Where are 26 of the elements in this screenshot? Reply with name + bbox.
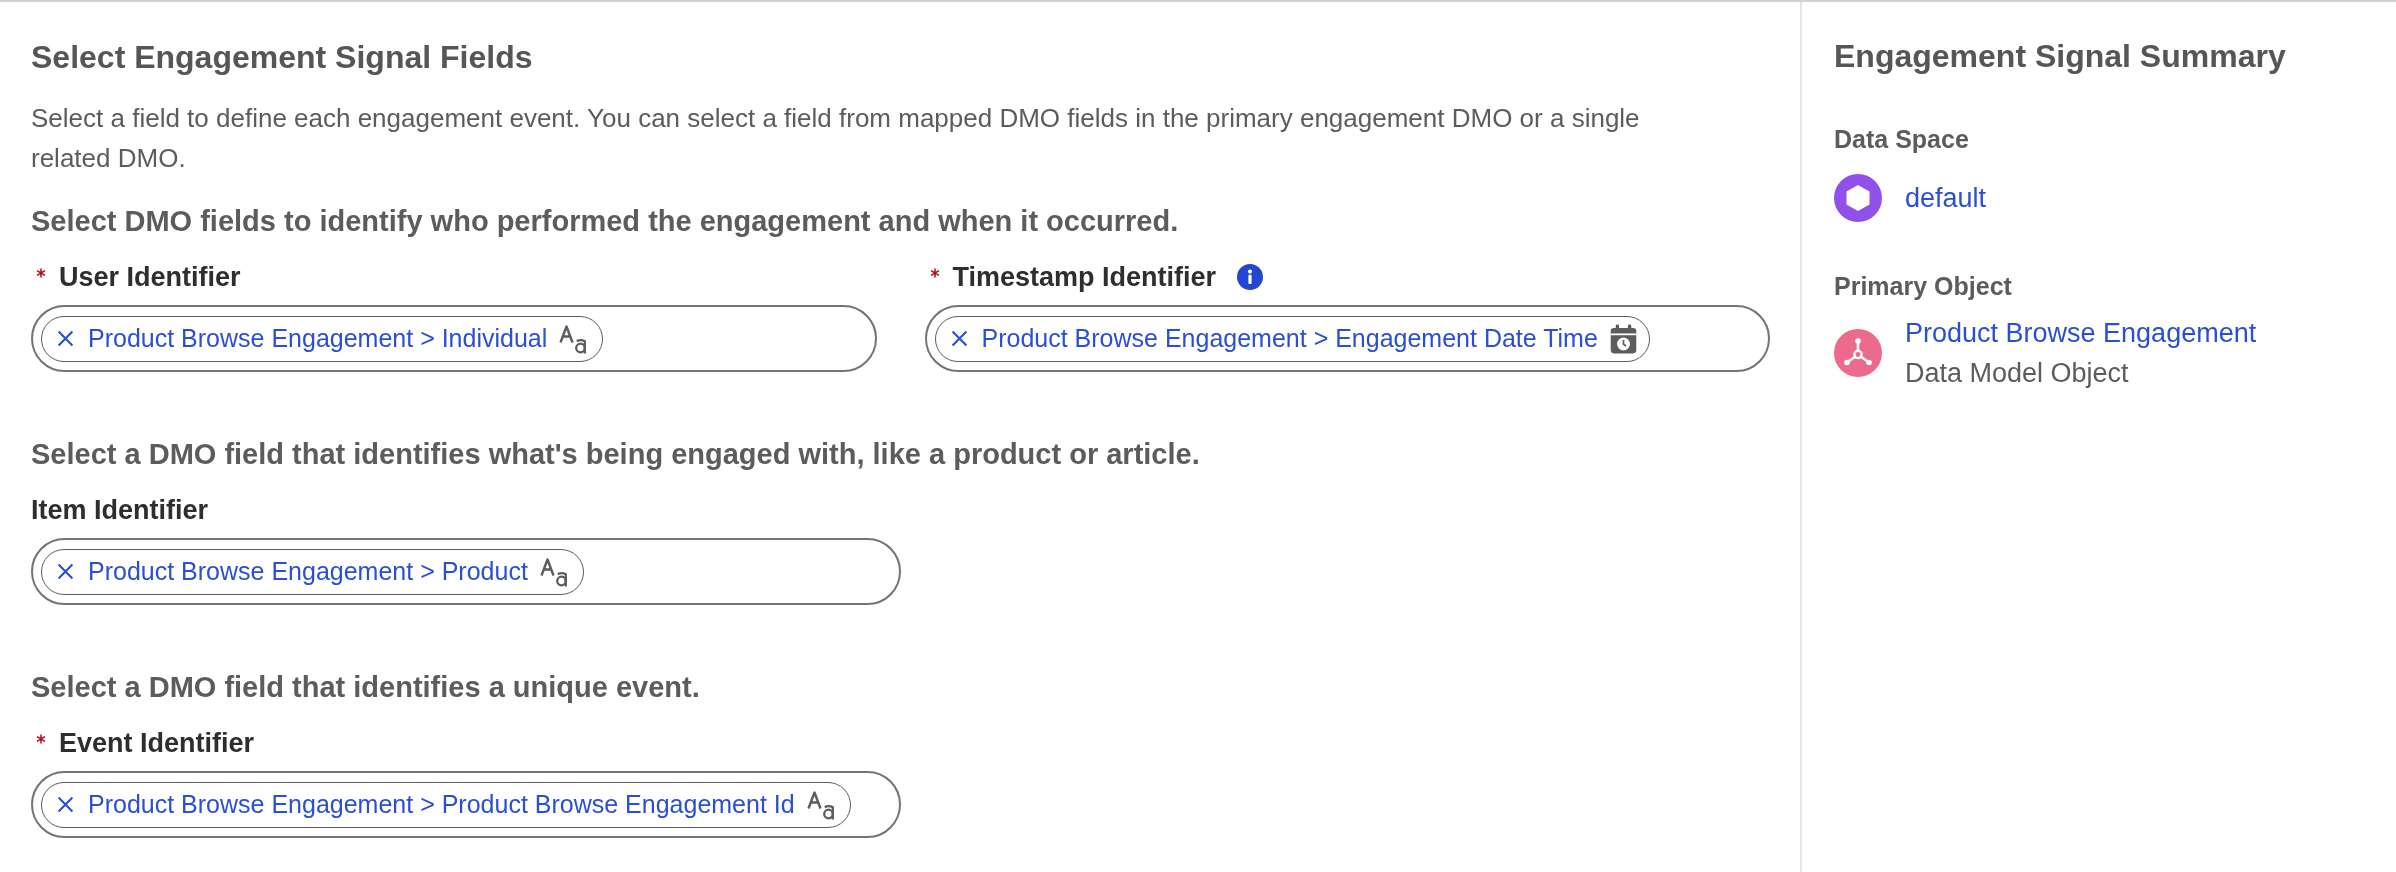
close-icon[interactable]	[57, 330, 74, 347]
info-icon[interactable]	[1237, 264, 1264, 290]
lookup-field[interactable]: Product Browse Engagement > Engagement Date Time	[924, 305, 1770, 372]
object-type-text: Data Model Object	[1905, 357, 2129, 390]
page-title: Select Engagement Signal Fields	[31, 38, 534, 76]
summary-link[interactable]: default	[1905, 178, 1987, 218]
description-text: Select a field to define each engagement event. You can select a field from mapped DMO fields in the primary engagement DMO or a single related DMO.	[31, 102, 1641, 175]
close-icon[interactable]	[950, 330, 968, 347]
calendar-clock-icon	[1609, 323, 1637, 354]
summary-link[interactable]: Product Browse Engagement	[1905, 313, 2257, 353]
section-heading: Select a DMO field that identifies what's being engaged with, like a product or article.	[31, 437, 1201, 472]
lookup-field[interactable]: Product Browse Engagement > Individual	[31, 305, 877, 372]
summary-label: Primary Object	[1834, 271, 2013, 301]
lookup-field[interactable]: Product Browse Engagement > Product Browse Engagement Id	[31, 771, 901, 838]
field-label: Timestamp Identifier	[952, 261, 1217, 293]
lookup-field[interactable]: Product Browse Engagement > Product	[31, 538, 901, 605]
summary-title: Engagement Signal Summary	[1834, 37, 2287, 75]
section-heading: Select DMO fields to identify who performed the engagement and when it occurred.	[31, 204, 1180, 239]
network-nodes-icon	[1834, 329, 1882, 377]
field-label: Event Identifier	[59, 727, 255, 759]
section-heading: Select a DMO field that identifies a unique event.	[31, 670, 701, 705]
field-label: Item Identifier	[31, 494, 209, 526]
field-label: User Identifier	[59, 261, 241, 293]
close-icon[interactable]	[57, 796, 74, 813]
close-icon[interactable]	[57, 563, 74, 580]
summary-label: Data Space	[1834, 124, 1970, 154]
